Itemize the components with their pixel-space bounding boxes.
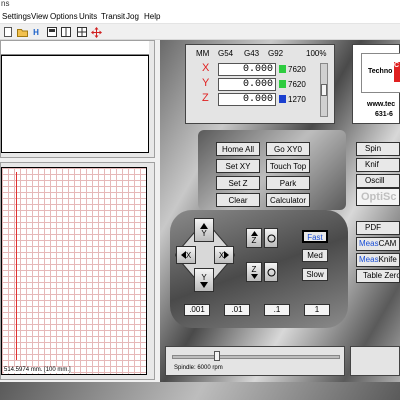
- title-bar: ns: [0, 0, 400, 10]
- file-list[interactable]: [1, 55, 149, 153]
- z-led: [279, 95, 286, 103]
- toolpath-grid[interactable]: 514.5974 mm. [100 mm.]: [1, 167, 147, 375]
- panel-icon[interactable]: [46, 26, 58, 38]
- axis-x-label: X: [202, 62, 210, 74]
- spindle-panel: Spindle: 6000 rpm: [165, 346, 345, 376]
- meas-knife-button[interactable]: MeasKnife: [356, 253, 400, 267]
- set-xy-button[interactable]: Set XY: [216, 159, 260, 173]
- h-tool-icon[interactable]: H: [30, 26, 42, 38]
- jog-speed-med[interactable]: Med: [302, 249, 328, 262]
- jog-y-plus-button[interactable]: Y: [194, 218, 214, 242]
- jog-x-minus-button[interactable]: X: [176, 246, 196, 264]
- spindle-button[interactable]: Spin: [356, 142, 400, 156]
- go-xy0-button[interactable]: Go XY0: [266, 142, 310, 156]
- jog-z-plus-button[interactable]: Z: [246, 228, 262, 248]
- park-button[interactable]: Park: [266, 176, 310, 190]
- set-z-button[interactable]: Set Z: [216, 176, 260, 190]
- axis-z-label: Z: [202, 92, 209, 104]
- axis-y-label: Y: [202, 77, 210, 89]
- g92-label: G92: [268, 49, 284, 58]
- jog-z-minus-button[interactable]: Z: [246, 262, 262, 282]
- x-rate-value: 7620: [288, 65, 306, 74]
- step-001-button[interactable]: .001: [184, 304, 210, 316]
- arrow-down-icon: [200, 281, 208, 288]
- grid-status: 514.5974 mm. [100 mm.]: [4, 367, 71, 373]
- new-file-icon[interactable]: [2, 26, 14, 38]
- toolbar: H: [0, 24, 400, 40]
- jog-x-plus-button[interactable]: X: [214, 246, 234, 264]
- x-led: [279, 65, 286, 73]
- spindle-slider-thumb[interactable]: [214, 351, 220, 361]
- clear-button[interactable]: Clear: [216, 193, 260, 207]
- menu-settings[interactable]: Settings: [2, 12, 31, 21]
- home-all-button[interactable]: Home All: [216, 142, 260, 156]
- techno-logo: Techno C: [361, 53, 400, 93]
- y-rate-value: 7620: [288, 80, 306, 89]
- toolpath-panel: 514.5974 mm. [100 mm.]: [0, 162, 155, 380]
- jog-y-minus-button[interactable]: Y: [194, 268, 214, 292]
- jog-speed-fast[interactable]: Fast: [302, 230, 328, 243]
- z-position-field[interactable]: 0.000: [218, 93, 276, 106]
- meas-cam-button[interactable]: MeasCAM: [356, 237, 400, 251]
- calculator-button[interactable]: Calculator: [266, 193, 310, 207]
- grid-view-icon[interactable]: [76, 26, 88, 38]
- oscillate-button[interactable]: Oscill: [356, 174, 400, 188]
- feed-override-thumb[interactable]: [321, 84, 327, 96]
- z-rate-value: 1270: [288, 95, 306, 104]
- knife-button[interactable]: Knif: [356, 158, 400, 172]
- feed-override-label: 100%: [306, 49, 327, 58]
- step-one-button[interactable]: 1: [304, 304, 330, 316]
- menu-jog[interactable]: Jog: [126, 12, 139, 21]
- optiscout-button[interactable]: OptiSc: [356, 188, 400, 206]
- y-led: [279, 80, 286, 88]
- arrow-down-icon: [250, 274, 258, 279]
- menu-units[interactable]: Units: [79, 12, 97, 21]
- x-position-field[interactable]: 0.000: [218, 63, 276, 76]
- g43-label: G43: [244, 49, 260, 58]
- bottom-strip: [0, 382, 400, 400]
- rotate-ccw-button[interactable]: [264, 228, 278, 248]
- arrow-right-icon: [224, 251, 230, 259]
- rotate-icon: [267, 234, 275, 242]
- y-position-field[interactable]: 0.000: [218, 78, 276, 91]
- jog-speed-slow[interactable]: Slow: [302, 268, 328, 281]
- spindle-speed-slider[interactable]: [172, 355, 340, 359]
- open-folder-icon[interactable]: [16, 26, 28, 38]
- file-list-panel: [0, 40, 155, 158]
- menu-bar: Settings View Options Units Transit Jog …: [0, 10, 400, 24]
- file-list-header: [1, 41, 149, 55]
- logo-panel: Techno C www.tec 631-6: [352, 44, 400, 124]
- menu-view[interactable]: View: [31, 12, 48, 21]
- layout-icon[interactable]: [60, 26, 72, 38]
- window-title: ns: [1, 0, 10, 8]
- g54-label: G54: [218, 49, 234, 58]
- menu-options[interactable]: Options: [50, 12, 78, 21]
- dro-panel: MM G54 G43 G92 100% X 0.000 7620 Y 0.000…: [185, 44, 335, 124]
- rotate-icon: [267, 268, 275, 276]
- status-panel: [350, 346, 400, 376]
- table-boundary-line: [16, 172, 17, 360]
- logo-phone: 631-6: [375, 111, 393, 118]
- touch-top-button[interactable]: Touch Top: [266, 159, 310, 173]
- menu-help[interactable]: Help: [144, 12, 160, 21]
- table-zero-button[interactable]: Table Zero: [356, 269, 400, 283]
- logo-url: www.tec: [367, 101, 396, 108]
- step-1-button[interactable]: .1: [264, 304, 290, 316]
- menu-transit[interactable]: Transit: [101, 12, 125, 21]
- units-label: MM: [196, 49, 210, 58]
- feed-override-slider[interactable]: [320, 63, 328, 117]
- rotate-cw-button[interactable]: [264, 262, 278, 282]
- move-arrows-icon[interactable]: [90, 26, 102, 38]
- pdf-button[interactable]: PDF: [356, 221, 400, 235]
- spindle-label: Spindle: 6000 rpm: [174, 365, 223, 371]
- step-01-button[interactable]: .01: [224, 304, 250, 316]
